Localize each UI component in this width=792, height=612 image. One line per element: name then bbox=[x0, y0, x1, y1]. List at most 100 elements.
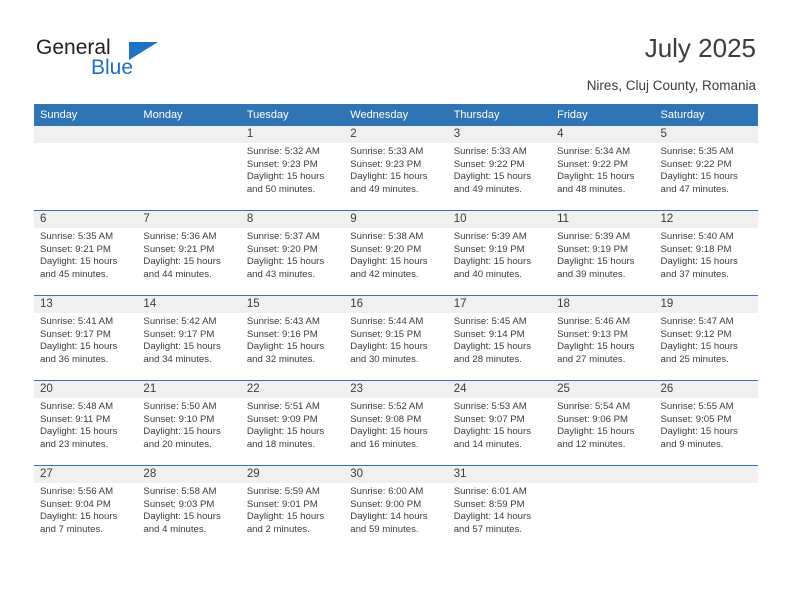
calendar-cell[interactable]: 23 Sunrise: 5:52 AM Sunset: 9:08 PM Dayligh… bbox=[344, 380, 448, 466]
day-number: 5 bbox=[654, 126, 758, 143]
daylight-text-line1: Daylight: 15 hours bbox=[350, 256, 428, 268]
calendar-cell[interactable]: 29 Sunrise: 5:59 AM Sunset: 9:01 PM Dayligh… bbox=[240, 465, 345, 550]
day-details: Sunrise: 5:55 AM Sunset: 9:05 PM Daylight:… bbox=[655, 398, 758, 451]
day-number: 11 bbox=[551, 211, 655, 228]
sunrise-text: Sunrise: 5:34 AM bbox=[557, 146, 631, 157]
sunrise-text: Sunrise: 5:52 AM bbox=[350, 401, 424, 412]
daylight-text-line1: Daylight: 15 hours bbox=[246, 171, 325, 183]
calendar-cell[interactable]: 5 Sunrise: 5:35 AM Sunset: 9:22 PM Daylight… bbox=[654, 126, 758, 211]
calendar-week-row: 6 Sunrise: 5:35 AM Sunset: 9:21 PM Daylight… bbox=[34, 210, 758, 296]
sunrise-text: Sunrise: 5:47 AM bbox=[660, 316, 734, 327]
weekday-header-friday: Friday bbox=[551, 104, 655, 126]
sunset-text: Sunset: 9:09 PM bbox=[246, 413, 318, 425]
day-number: 1 bbox=[240, 126, 345, 143]
daylight-text-line2: and 25 minutes. bbox=[660, 353, 729, 365]
daylight-text-line1: Daylight: 15 hours bbox=[453, 171, 532, 183]
calendar-cell[interactable]: 11 Sunrise: 5:39 AM Sunset: 9:19 PM Dayligh… bbox=[551, 210, 655, 296]
day-number: 17 bbox=[447, 296, 552, 313]
daylight-text-line2: and 36 minutes. bbox=[40, 353, 109, 365]
daylight-text-line1: Daylight: 15 hours bbox=[246, 256, 325, 268]
calendar-cell[interactable]: 24 Sunrise: 5:53 AM Sunset: 9:07 PM Dayligh… bbox=[447, 380, 552, 466]
calendar-cell[interactable]: 8 Sunrise: 5:37 AM Sunset: 9:20 PM Daylight… bbox=[240, 210, 345, 296]
daylight-text-line1: Daylight: 15 hours bbox=[40, 341, 118, 353]
daylight-text-line2: and 4 minutes. bbox=[143, 523, 207, 535]
calendar-cell[interactable]: 4 Sunrise: 5:34 AM Sunset: 9:22 PM Daylight… bbox=[551, 126, 655, 211]
daylight-text-line1: Daylight: 15 hours bbox=[40, 426, 118, 438]
calendar-cell[interactable]: 28 Sunrise: 5:58 AM Sunset: 9:03 PM Dayligh… bbox=[137, 465, 241, 550]
daylight-text-line1: Daylight: 14 hours bbox=[453, 511, 532, 523]
calendar-cell[interactable]: 13 Sunrise: 5:41 AM Sunset: 9:17 PM Dayligh… bbox=[34, 295, 138, 381]
calendar-cell[interactable] bbox=[654, 465, 758, 550]
daylight-text-line2: and 43 minutes. bbox=[246, 268, 316, 280]
day-number: 15 bbox=[240, 296, 345, 313]
calendar-cell[interactable]: 16 Sunrise: 5:44 AM Sunset: 9:15 PM Dayligh… bbox=[344, 295, 448, 381]
day-details: Sunrise: 5:51 AM Sunset: 9:09 PM Daylight:… bbox=[241, 398, 344, 451]
day-number: 30 bbox=[344, 466, 448, 483]
sunrise-text: Sunrise: 5:35 AM bbox=[40, 231, 114, 242]
sunset-text: Sunset: 9:16 PM bbox=[246, 328, 318, 340]
calendar-cell[interactable]: 6 Sunrise: 5:35 AM Sunset: 9:21 PM Daylight… bbox=[34, 210, 138, 296]
sunset-text: Sunset: 9:14 PM bbox=[453, 328, 525, 340]
day-number: 9 bbox=[344, 211, 448, 228]
sunrise-text: Sunrise: 5:48 AM bbox=[40, 401, 114, 412]
calendar-cell[interactable]: 22 Sunrise: 5:51 AM Sunset: 9:09 PM Dayligh… bbox=[240, 380, 345, 466]
calendar-cell[interactable]: 20 Sunrise: 5:48 AM Sunset: 9:11 PM Dayligh… bbox=[34, 380, 138, 466]
calendar-cell[interactable]: 27 Sunrise: 5:56 AM Sunset: 9:04 PM Dayligh… bbox=[34, 465, 138, 550]
calendar-cell[interactable] bbox=[551, 465, 655, 550]
daylight-text-line2: and 16 minutes. bbox=[350, 438, 419, 450]
calendar-cell[interactable] bbox=[34, 126, 138, 211]
daylight-text-line1: Daylight: 15 hours bbox=[660, 171, 738, 183]
sunrise-text: Sunrise: 5:44 AM bbox=[350, 316, 424, 327]
sunset-text: Sunset: 9:13 PM bbox=[557, 328, 629, 340]
location-subtitle: Nires, Cluj County, Romania bbox=[586, 78, 756, 93]
sunrise-text: Sunrise: 5:50 AM bbox=[143, 401, 217, 412]
calendar-cell[interactable]: 25 Sunrise: 5:54 AM Sunset: 9:06 PM Dayligh… bbox=[551, 380, 655, 466]
calendar-cell[interactable]: 12 Sunrise: 5:40 AM Sunset: 9:18 PM Dayligh… bbox=[654, 210, 758, 296]
weekday-header-sunday: Sunday bbox=[34, 104, 138, 126]
daylight-text-line2: and 2 minutes. bbox=[246, 523, 310, 535]
daylight-text-line2: and 50 minutes. bbox=[246, 183, 316, 195]
day-number: 12 bbox=[654, 211, 758, 228]
calendar-week-row: 13 Sunrise: 5:41 AM Sunset: 9:17 PM Dayligh… bbox=[34, 295, 758, 381]
daylight-text-line1: Daylight: 15 hours bbox=[453, 426, 532, 438]
calendar-cell[interactable]: 1 Sunrise: 5:32 AM Sunset: 9:23 PM Daylight… bbox=[240, 126, 345, 211]
daylight-text-line1: Daylight: 15 hours bbox=[557, 256, 635, 268]
calendar-cell[interactable]: 3 Sunrise: 5:33 AM Sunset: 9:22 PM Daylight… bbox=[447, 126, 552, 211]
sunset-text: Sunset: 9:04 PM bbox=[40, 498, 111, 510]
day-details: Sunrise: 5:39 AM Sunset: 9:19 PM Daylight:… bbox=[448, 228, 551, 281]
calendar-cell[interactable]: 10 Sunrise: 5:39 AM Sunset: 9:19 PM Dayligh… bbox=[447, 210, 552, 296]
daylight-text-line1: Daylight: 15 hours bbox=[246, 511, 325, 523]
sunrise-text: Sunrise: 5:33 AM bbox=[453, 146, 527, 157]
calendar-cell[interactable]: 7 Sunrise: 5:36 AM Sunset: 9:21 PM Daylight… bbox=[137, 210, 241, 296]
daylight-text-line1: Daylight: 15 hours bbox=[350, 171, 428, 183]
calendar-cell[interactable]: 14 Sunrise: 5:42 AM Sunset: 9:17 PM Dayligh… bbox=[137, 295, 241, 381]
daylight-text-line1: Daylight: 14 hours bbox=[350, 511, 428, 523]
calendar-cell[interactable]: 31 Sunrise: 6:01 AM Sunset: 8:59 PM Dayligh… bbox=[447, 465, 552, 550]
calendar-cell[interactable]: 30 Sunrise: 6:00 AM Sunset: 9:00 PM Dayligh… bbox=[344, 465, 448, 550]
calendar-cell[interactable]: 15 Sunrise: 5:43 AM Sunset: 9:16 PM Dayligh… bbox=[240, 295, 345, 381]
calendar-cell[interactable]: 19 Sunrise: 5:47 AM Sunset: 9:12 PM Dayligh… bbox=[654, 295, 758, 381]
daylight-text-line1: Daylight: 15 hours bbox=[350, 341, 428, 353]
daylight-text-line1: Daylight: 15 hours bbox=[143, 426, 221, 438]
daylight-text-line2: and 27 minutes. bbox=[557, 353, 626, 365]
day-number: 13 bbox=[34, 296, 138, 313]
day-number: 19 bbox=[654, 296, 758, 313]
day-number: 21 bbox=[137, 381, 241, 398]
calendar-cell[interactable] bbox=[137, 126, 241, 211]
page-title: July 2025 bbox=[644, 33, 756, 63]
calendar-cell[interactable]: 9 Sunrise: 5:38 AM Sunset: 9:20 PM Daylight… bbox=[344, 210, 448, 296]
sunset-text: Sunset: 9:03 PM bbox=[143, 498, 215, 510]
calendar-cell[interactable]: 2 Sunrise: 5:33 AM Sunset: 9:23 PM Daylight… bbox=[344, 126, 448, 211]
day-number: 31 bbox=[447, 466, 552, 483]
weekday-header-monday: Monday bbox=[137, 104, 241, 126]
sunset-text: Sunset: 9:23 PM bbox=[350, 158, 422, 170]
day-details: Sunrise: 5:54 AM Sunset: 9:06 PM Daylight:… bbox=[551, 398, 654, 451]
sunrise-text: Sunrise: 5:39 AM bbox=[557, 231, 631, 242]
calendar-cell[interactable]: 18 Sunrise: 5:46 AM Sunset: 9:13 PM Dayligh… bbox=[551, 295, 655, 381]
daylight-text-line2: and 18 minutes. bbox=[246, 438, 316, 450]
calendar-cell[interactable]: 26 Sunrise: 5:55 AM Sunset: 9:05 PM Dayligh… bbox=[654, 380, 758, 466]
calendar-cell[interactable]: 21 Sunrise: 5:50 AM Sunset: 9:10 PM Dayligh… bbox=[137, 380, 241, 466]
daylight-text-line1: Daylight: 15 hours bbox=[557, 171, 635, 183]
calendar-cell[interactable]: 17 Sunrise: 5:45 AM Sunset: 9:14 PM Dayligh… bbox=[447, 295, 552, 381]
daylight-text-line1: Daylight: 15 hours bbox=[143, 341, 221, 353]
